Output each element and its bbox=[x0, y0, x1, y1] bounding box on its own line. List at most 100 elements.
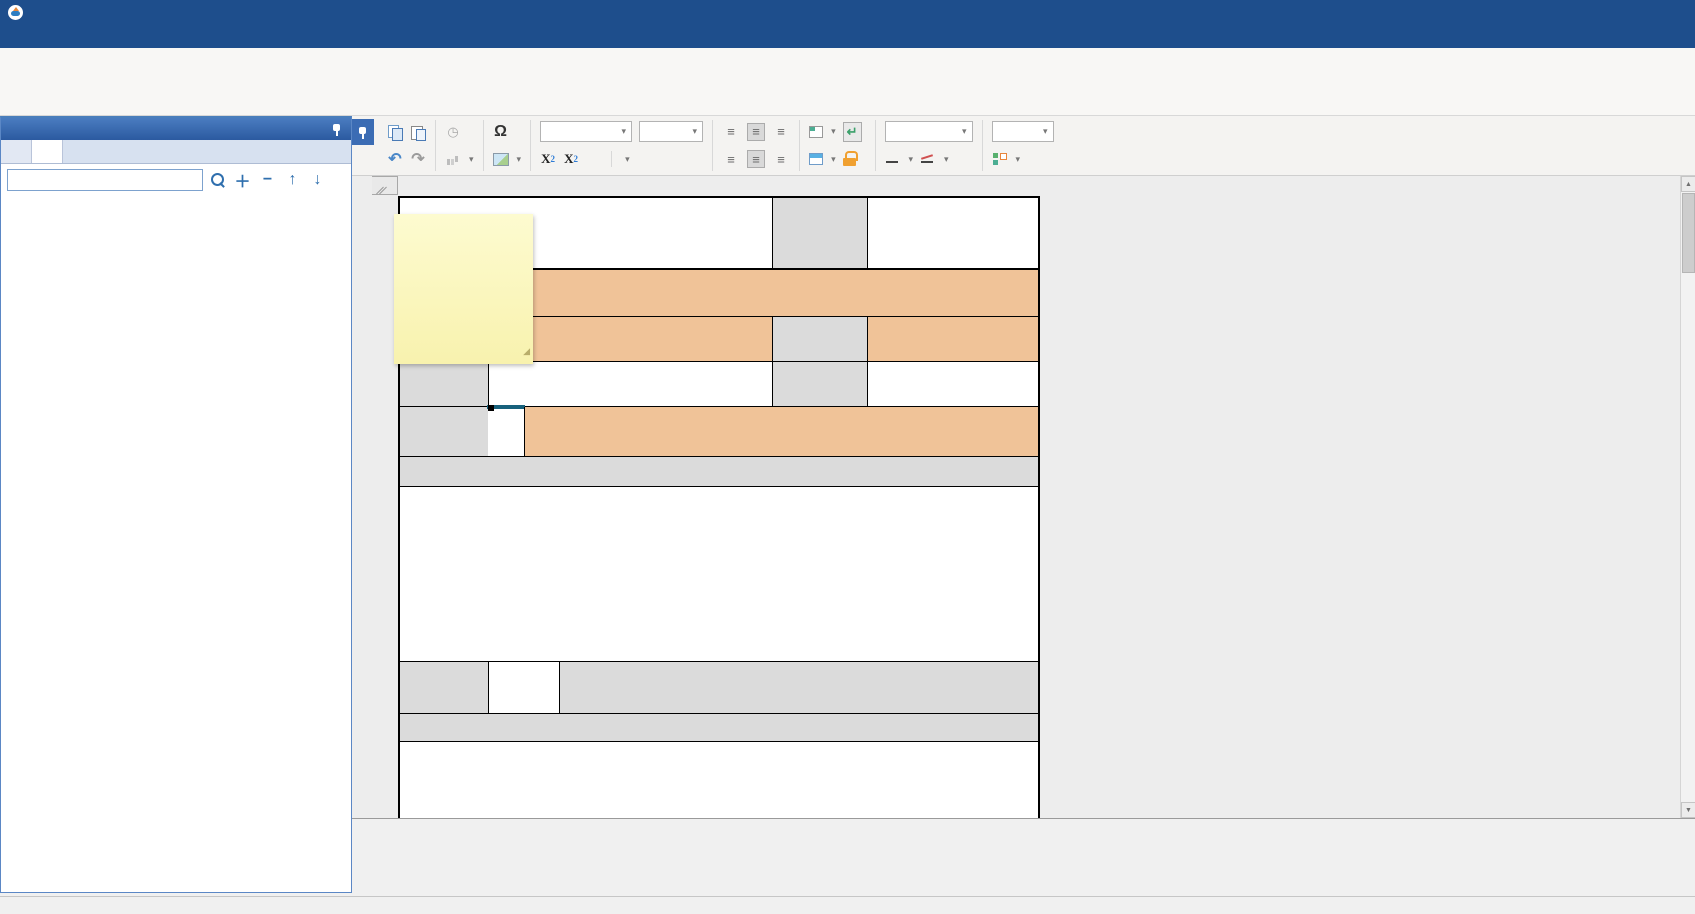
wrap-icon: ↵ bbox=[847, 124, 858, 139]
bar-chart-icon bbox=[445, 151, 461, 167]
separator bbox=[712, 120, 713, 171]
align-left-button[interactable]: ≡ bbox=[722, 150, 740, 168]
undo-icon[interactable]: ↶ bbox=[387, 151, 403, 167]
column-headers bbox=[372, 176, 398, 195]
lock-unlock-button[interactable] bbox=[843, 151, 861, 167]
select-all-corner[interactable] bbox=[372, 176, 398, 195]
row-col-icon bbox=[809, 126, 823, 138]
app-logo-icon bbox=[8, 5, 23, 20]
zoom-select[interactable]: ▾ bbox=[992, 121, 1054, 142]
media-count-cell[interactable] bbox=[488, 662, 560, 713]
date-cell[interactable] bbox=[867, 362, 1038, 406]
more-grid-icon bbox=[992, 151, 1008, 167]
tab-template-view[interactable] bbox=[1, 140, 32, 163]
search-input[interactable] bbox=[7, 169, 203, 191]
chevron-down-icon[interactable]: ▾ bbox=[517, 154, 522, 165]
special-char-button[interactable]: Ω bbox=[493, 124, 513, 140]
search-row: ＋ − ↑ ↓ bbox=[1, 164, 351, 196]
scrollbar-thumb[interactable] bbox=[1682, 193, 1695, 273]
more-button[interactable]: ▾ bbox=[992, 151, 1021, 167]
erase-line-button[interactable]: ▾ bbox=[920, 151, 949, 167]
resize-grip-icon[interactable]: ◢ bbox=[523, 340, 531, 364]
strikethrough-button[interactable] bbox=[586, 151, 602, 167]
redo-icon[interactable]: ↷ bbox=[410, 151, 426, 167]
chevron-down-icon[interactable]: ▾ bbox=[831, 154, 836, 165]
separator bbox=[611, 151, 612, 167]
scroll-up-icon[interactable]: ▲ bbox=[1681, 176, 1695, 192]
merge-cells-button[interactable]: ▾ bbox=[809, 153, 836, 165]
supervisor-cell[interactable] bbox=[867, 317, 1038, 361]
chevron-down-icon: ▾ bbox=[622, 126, 627, 137]
panel-pin-icon[interactable] bbox=[352, 119, 374, 145]
vertical-scrollbar[interactable]: ▲ ▼ bbox=[1680, 176, 1695, 818]
main-toolbar bbox=[0, 48, 1695, 116]
search-icon[interactable] bbox=[207, 170, 228, 191]
scroll-down-icon[interactable]: ▼ bbox=[1681, 802, 1695, 818]
chevron-down-icon[interactable]: ▾ bbox=[831, 126, 836, 137]
date-label-cell[interactable] bbox=[772, 362, 867, 406]
font-size-select[interactable]: ▾ bbox=[639, 121, 703, 142]
expand-all-icon[interactable]: ＋ bbox=[232, 170, 253, 191]
menu-bar bbox=[0, 24, 1695, 48]
part-label-cell[interactable] bbox=[400, 407, 488, 456]
supervisor-label-cell[interactable] bbox=[772, 317, 867, 361]
align-top-button[interactable]: ≡ bbox=[722, 123, 740, 141]
item-cell[interactable] bbox=[488, 362, 772, 406]
opinion-label-row bbox=[400, 714, 1038, 742]
separator bbox=[982, 120, 983, 171]
move-down-icon[interactable]: ↓ bbox=[307, 170, 328, 191]
separator bbox=[875, 120, 876, 171]
merge-icon bbox=[809, 153, 823, 165]
format-toolbar: ↶ ↷ ◷ ▾ Ω ▾ ▾ ▾ X2 X2 ▾ ≡ ≡ ≡ ≡ bbox=[352, 116, 1695, 176]
acceptance-item-row bbox=[400, 362, 1038, 407]
content-label-row bbox=[400, 457, 1038, 487]
line-style-select[interactable]: ▾ bbox=[885, 121, 973, 142]
hint-tooltip[interactable]: ◢ bbox=[394, 214, 533, 364]
collapse-all-icon[interactable]: − bbox=[257, 170, 278, 191]
paste-icon[interactable] bbox=[410, 124, 426, 140]
align-bottom-button[interactable]: ≡ bbox=[772, 123, 790, 141]
move-up-icon[interactable]: ↑ bbox=[282, 170, 303, 191]
template-project-panel: ＋ − ↑ ↓ bbox=[0, 116, 352, 893]
align-right-button[interactable]: ≡ bbox=[772, 150, 790, 168]
maximize-button[interactable] bbox=[1665, 3, 1687, 21]
tab-project-view[interactable] bbox=[32, 140, 63, 163]
part-cell[interactable] bbox=[524, 407, 1038, 456]
item-label-cell[interactable] bbox=[400, 362, 488, 406]
align-middle-button[interactable]: ≡ bbox=[747, 123, 765, 141]
separator bbox=[435, 120, 436, 171]
original-record-button: ◷ bbox=[445, 124, 465, 140]
project-tree bbox=[1, 196, 351, 199]
wrap-text-button[interactable]: ↵ bbox=[843, 122, 866, 142]
erase-line-icon bbox=[920, 151, 936, 167]
title-bar bbox=[0, 0, 1695, 24]
ref-data-button[interactable]: ▾ bbox=[621, 154, 630, 165]
pin-icon[interactable] bbox=[331, 123, 343, 135]
doc-no-cell[interactable] bbox=[867, 198, 1038, 268]
minimize-button[interactable] bbox=[1629, 3, 1651, 21]
content-row bbox=[400, 487, 1038, 662]
subscript-button[interactable]: X2 bbox=[563, 151, 579, 167]
copy-icon[interactable] bbox=[387, 124, 403, 140]
separator bbox=[530, 120, 531, 171]
chevron-down-icon[interactable]: ▾ bbox=[944, 154, 949, 165]
draw-image-button[interactable]: ▾ bbox=[493, 153, 522, 166]
align-center-button[interactable]: ≡ bbox=[747, 150, 765, 168]
clock-icon: ◷ bbox=[445, 124, 461, 140]
opinion-row[interactable] bbox=[400, 742, 1038, 820]
chevron-down-icon: ▾ bbox=[693, 126, 698, 137]
draw-line-button[interactable]: ▾ bbox=[885, 151, 914, 167]
chevron-down-icon[interactable]: ▾ bbox=[909, 154, 914, 165]
font-family-select[interactable]: ▾ bbox=[540, 121, 632, 142]
chevron-down-icon: ▾ bbox=[1043, 126, 1048, 137]
status-bar bbox=[0, 896, 1695, 914]
chevron-down-icon[interactable]: ▾ bbox=[625, 154, 630, 165]
acceptance-part-row bbox=[400, 407, 1038, 457]
chevron-down-icon[interactable]: ▾ bbox=[1016, 154, 1021, 165]
superscript-button[interactable]: X2 bbox=[540, 151, 556, 167]
row-col-marks-button[interactable]: ▾ bbox=[809, 126, 836, 138]
separator bbox=[799, 120, 800, 171]
doc-no-label-cell[interactable] bbox=[772, 198, 867, 268]
chevron-down-icon: ▾ bbox=[962, 126, 967, 137]
lock-icon bbox=[843, 151, 857, 167]
